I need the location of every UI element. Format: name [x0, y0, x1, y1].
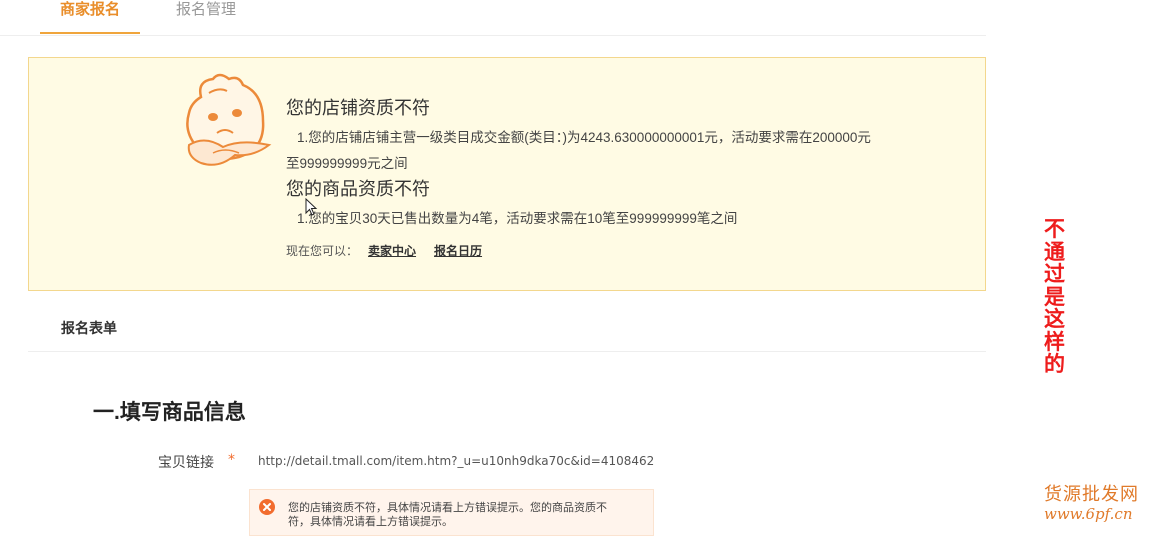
tab-merchant-signup[interactable]: 商家报名	[40, 0, 140, 34]
actions-prefix: 现在您可以：	[286, 244, 359, 258]
store-qualification-detail: 1.您的店铺店铺主营一级类目成交金额(类目：)为4243.63000000000…	[297, 130, 871, 145]
error-icon	[259, 499, 275, 515]
mouse-cursor-icon	[305, 198, 318, 216]
annotation-text: 不通过是这样的	[1044, 217, 1065, 376]
mascot-icon	[186, 73, 272, 166]
next-actions: 现在您可以： 卖家中心 报名日历	[286, 242, 490, 259]
product-qualification-detail: 1.您的宝贝30天已售出数量为4笔，活动要求需在10笔至999999999笔之间	[297, 211, 738, 226]
tab-signup-management[interactable]: 报名管理	[176, 0, 256, 34]
signup-calendar-link[interactable]: 报名日历	[434, 244, 482, 258]
watermark-url: www.6pf.cn	[1044, 505, 1133, 523]
store-qualification-detail-cont: 至999999999元之间	[286, 156, 408, 171]
required-mark: *	[228, 452, 235, 468]
store-qualification-title: 您的店铺资质不符	[286, 98, 430, 118]
qualification-notice: 您的店铺资质不符 1.您的店铺店铺主营一级类目成交金额(类目：)为4243.63…	[28, 57, 986, 291]
signup-form-title: 报名表单	[61, 321, 117, 337]
watermark-title: 货源批发网	[1044, 484, 1139, 505]
item-link-input[interactable]	[246, 445, 654, 477]
item-link-label: 宝贝链接	[158, 455, 214, 471]
seller-center-link[interactable]: 卖家中心	[368, 244, 416, 258]
section-title-product-info: 一.填写商品信息	[93, 401, 246, 424]
signup-form-header: 报名表单	[28, 300, 986, 352]
error-message: 您的店铺资质不符，具体情况请看上方错误提示。您的商品资质不符，具体情况请看上方错…	[249, 489, 654, 536]
tab-bar: 商家报名 报名管理	[0, 0, 986, 36]
error-text: 您的店铺资质不符，具体情况请看上方错误提示。您的商品资质不符，具体情况请看上方错…	[288, 501, 607, 528]
